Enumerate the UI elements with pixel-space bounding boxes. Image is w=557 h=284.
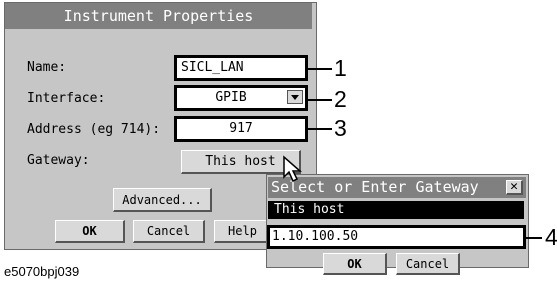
callout-number-1: 1 [334,55,347,81]
name-field[interactable]: SICL_LAN [174,55,308,81]
gateway-list-item[interactable]: This host [268,201,524,219]
interface-select[interactable]: GPIB [174,85,308,111]
callout-line-2 [308,99,332,101]
callout-line-4 [526,237,542,239]
name-label: Name: [27,60,67,75]
gateway-label: Gateway: [27,153,90,168]
cancel-button[interactable]: Cancel [133,220,205,243]
interface-label: Interface: [27,91,106,106]
help-button[interactable]: Help [214,220,272,243]
popup-title: Select or Enter Gateway [268,177,526,198]
gateway-input[interactable]: 1.10.100.50 [267,225,526,249]
dialog-title: Instrument Properties [5,3,312,29]
popup-cancel-button[interactable]: Cancel [396,253,460,275]
figure-caption: e5070bpj039 [4,264,80,279]
callout-line-1 [308,68,332,70]
interface-value: GPIB [215,90,247,105]
cursor-icon [283,155,302,183]
callout-line-3 [308,128,332,130]
callout-number-2: 2 [334,86,347,112]
address-field[interactable]: 917 [174,116,308,142]
advanced-button[interactable]: Advanced... [113,188,212,212]
callout-number-4: 4 [545,224,557,250]
address-label: Address (eg 714): [27,122,161,137]
ok-button[interactable]: OK [55,220,125,243]
dropdown-icon[interactable] [287,90,303,104]
popup-ok-button[interactable]: OK [323,253,387,275]
callout-number-3: 3 [334,115,347,141]
close-icon[interactable]: ✕ [506,180,523,195]
